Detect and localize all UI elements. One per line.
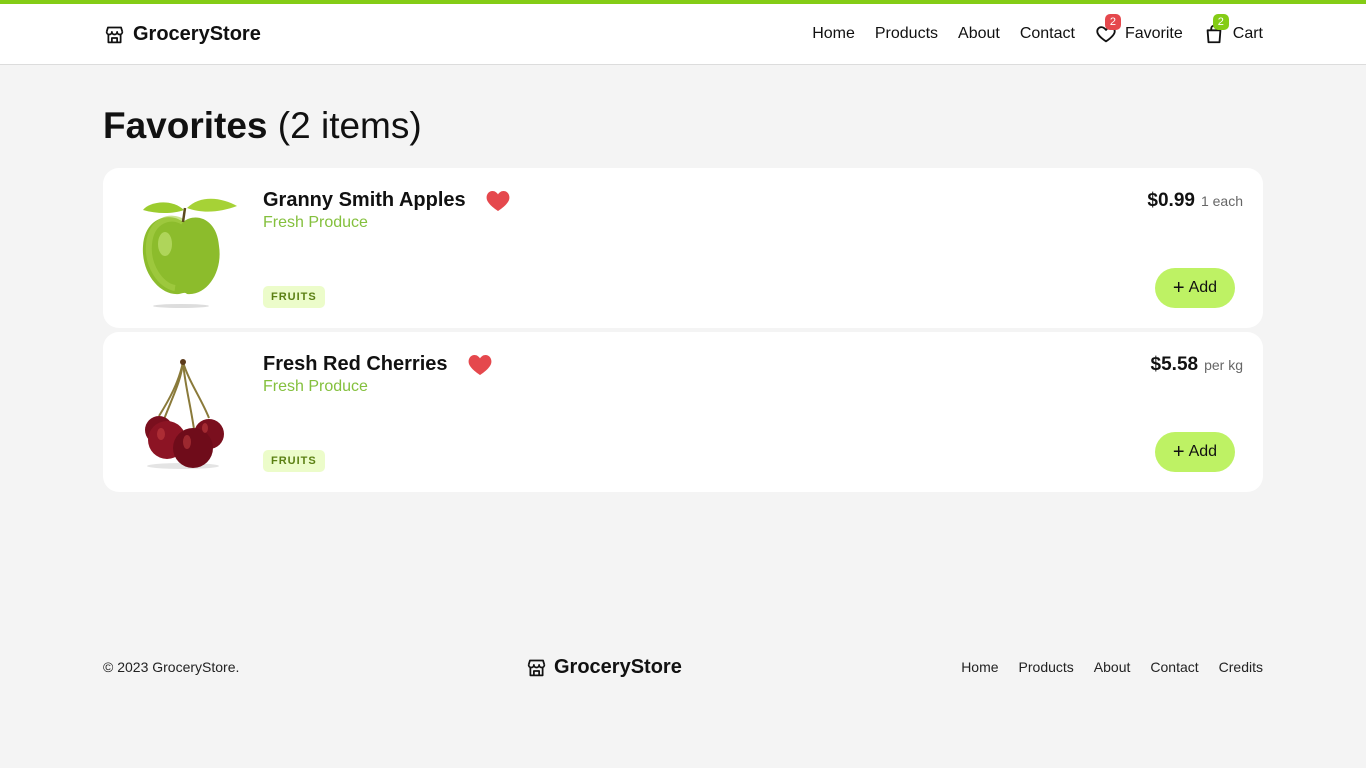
nav-link-products[interactable]: Products (875, 25, 938, 43)
brand-name: GroceryStore (133, 23, 261, 45)
green-apple-image[interactable] (123, 188, 243, 308)
footer-link-credits[interactable]: Credits (1219, 659, 1263, 675)
footer-links: Home Products About Contact Credits (961, 659, 1263, 675)
plus-icon: + (1172, 277, 1185, 299)
price-amount: $0.99 (1147, 190, 1195, 211)
footer-link-home[interactable]: Home (961, 659, 998, 675)
red-cherries-image[interactable] (123, 352, 243, 472)
plus-icon: + (1172, 441, 1185, 463)
product-category: Fresh Produce (263, 214, 368, 231)
nav-cart-label: Cart (1232, 25, 1263, 42)
product-price: $5.58 per kg (1151, 354, 1243, 376)
brand-logo[interactable]: GroceryStore (104, 23, 261, 46)
product-name-row: Granny Smith Apples (263, 189, 510, 212)
price-unit: 1 each (1200, 193, 1243, 209)
store-icon (105, 26, 124, 44)
site-header: GroceryStore Home Products About Contact… (0, 4, 1366, 65)
product-name[interactable]: Granny Smith Apples (263, 189, 466, 212)
footer-brand-name: GroceryStore (554, 656, 682, 678)
copyright-text: © 2023 GroceryStore. (103, 659, 240, 675)
add-to-cart-button[interactable]: + Add (1155, 432, 1235, 472)
cart-count-badge: 2 (1212, 14, 1229, 30)
product-tag: FRUITS (263, 286, 325, 308)
product-name[interactable]: Fresh Red Cherries (263, 353, 448, 376)
favorite-item-card: Granny Smith Apples Fresh Produce FRUITS… (103, 168, 1263, 328)
add-button-label: Add (1188, 443, 1218, 460)
nav-link-contact[interactable]: Contact (1020, 25, 1075, 43)
site-footer: © 2023 GroceryStore. GroceryStore Home P… (0, 648, 1366, 688)
footer-link-contact[interactable]: Contact (1150, 659, 1198, 675)
favorite-heart-icon[interactable] (486, 190, 510, 212)
price-amount: $5.58 (1150, 354, 1199, 375)
page-title-text: Favorites (103, 105, 268, 146)
main-nav: Home Products About Contact 2 Favorite 2… (812, 14, 1263, 45)
product-name-row: Fresh Red Cherries (263, 353, 492, 376)
product-category: Fresh Produce (263, 378, 368, 395)
add-button-label: Add (1188, 279, 1218, 296)
product-price: $0.99 1 each (1147, 190, 1243, 212)
footer-link-products[interactable]: Products (1019, 659, 1074, 675)
product-tag: FRUITS (263, 450, 325, 472)
nav-favorite-label: Favorite (1124, 25, 1183, 42)
footer-link-about[interactable]: About (1094, 659, 1131, 675)
nav-cart-link[interactable]: 2 Cart (1203, 14, 1263, 45)
favorite-heart-icon[interactable] (468, 354, 492, 376)
nav-link-home[interactable]: Home (812, 25, 855, 43)
store-icon (527, 659, 546, 677)
page-title: Favorites (2 items) (103, 105, 422, 147)
page-item-count: (2 items) (277, 105, 422, 146)
add-to-cart-button[interactable]: + Add (1155, 268, 1235, 308)
footer-brand-logo[interactable]: GroceryStore (526, 656, 682, 679)
nav-favorite-link[interactable]: 2 Favorite (1095, 14, 1183, 45)
favorite-count-badge: 2 (1104, 14, 1121, 30)
price-unit: per kg (1204, 357, 1243, 373)
favorite-item-card: Fresh Red Cherries Fresh Produce FRUITS … (103, 332, 1263, 492)
nav-link-about[interactable]: About (958, 25, 1000, 43)
